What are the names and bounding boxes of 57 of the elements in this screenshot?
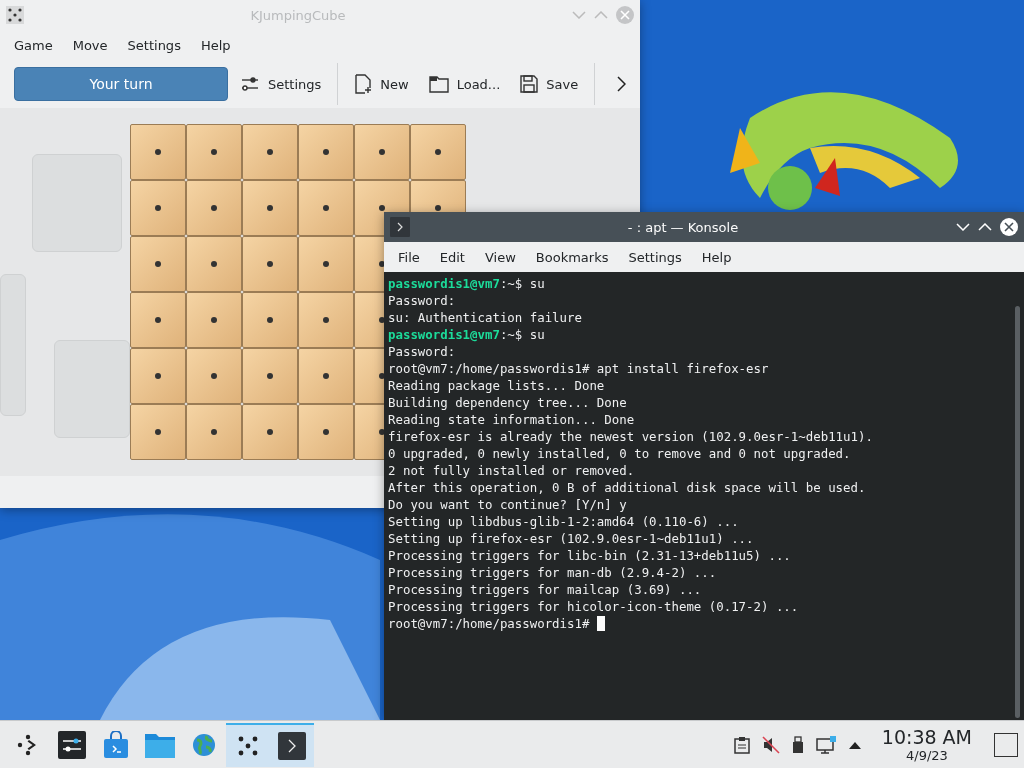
terminal-line: firefox-esr is already the newest version (102.9.0esr-1~deb11u1). <box>388 428 874 445</box>
terminal-line: 0 upgraded, 0 newly installed, 0 to remove and 0 not upgraded. <box>388 445 852 462</box>
terminal-icon[interactable] <box>278 731 306 760</box>
folder-icon[interactable] <box>145 731 175 758</box>
muted-speaker-icon[interactable] <box>761 735 780 754</box>
terminal-line: passwordis1@vm7:~$ su <box>388 326 546 343</box>
terminal-line: Processing triggers for hicolor-icon-theme (0.17-2) ... <box>388 598 800 615</box>
menu-item[interactable]: Settings <box>117 33 191 57</box>
turn-indicator: Your turn <box>14 67 228 101</box>
shopping-bag-icon[interactable] <box>103 730 129 759</box>
menu-item[interactable]: Settings <box>618 245 692 269</box>
network-monitor-icon[interactable] <box>815 735 836 754</box>
toolbar-button[interactable]: Settings <box>232 68 330 100</box>
usb-drive-icon[interactable] <box>791 735 804 754</box>
menu-item[interactable]: Bookmarks <box>525 245 619 269</box>
taskbar-button[interactable] <box>270 722 314 767</box>
menu-item[interactable]: File <box>388 245 430 269</box>
toolbar-button[interactable]: New <box>346 68 417 100</box>
menu-item[interactable]: View <box>474 245 526 269</box>
clipboard-icon[interactable] <box>733 735 750 754</box>
terminal-line: Processing triggers for man-db (2.9.4-2) ... <box>388 564 718 581</box>
terminal-line: Do you want to continue? [Y/n] y <box>388 496 628 513</box>
menu-item[interactable]: Game <box>4 33 63 57</box>
terminal-line: Password: <box>388 292 457 309</box>
window-title: - : apt — Konsole <box>626 219 740 235</box>
terminal-line: Reading package lists... Done <box>388 377 606 394</box>
show-desktop-button[interactable] <box>994 732 1018 757</box>
terminal-line: Building dependency tree... Done <box>388 394 628 411</box>
toolbar-button[interactable]: Save <box>512 69 587 99</box>
globe-icon[interactable] <box>191 731 217 758</box>
terminal-line: su: Authentication failure <box>388 309 583 326</box>
terminal-line: root@vm7:/home/passwordis1# apt install firefox-esr <box>388 360 770 377</box>
chevron-right-icon[interactable] <box>616 76 626 92</box>
new-document-icon <box>354 74 373 94</box>
clock-time[interactable]: 10:38 AM <box>881 726 972 748</box>
terminal-line: Processing triggers for mailcap (3.69) ... <box>388 581 703 598</box>
terminal-icon <box>390 217 410 237</box>
menu-item[interactable]: Help <box>190 33 241 57</box>
menu-item[interactable]: Move <box>62 33 118 57</box>
terminal-line: Setting up libdbus-glib-1-2:amd64 (0.110-6) ... <box>388 513 740 530</box>
folder-icon <box>428 75 449 93</box>
dice-icon <box>6 6 24 24</box>
terminal-line: Setting up firefox-esr (102.9.0esr-1~deb11u1) ... <box>388 530 755 547</box>
terminal-line: passwordis1@vm7:~$ su <box>388 275 546 292</box>
close-icon[interactable] <box>1000 218 1018 236</box>
terminal-line: Reading state information... Done <box>388 411 636 428</box>
menu-item[interactable]: Help <box>691 245 742 269</box>
toolbar-button[interactable]: Load... <box>420 69 509 99</box>
sliders-icon <box>240 74 260 94</box>
terminal-line: Password: <box>388 343 457 360</box>
settings-icon[interactable] <box>58 730 86 759</box>
clock-date[interactable]: 4/9/23 <box>906 748 948 763</box>
terminal-line: 2 not fully installed or removed. <box>388 462 636 479</box>
terminal-line: Processing triggers for libc-bin (2.31-13+deb11u5) ... <box>388 547 792 564</box>
menu-item[interactable]: Edit <box>429 245 475 269</box>
terminal-line: After this operation, 0 B of additional disk space will be used. <box>388 479 867 496</box>
taskbar-button[interactable] <box>226 722 270 767</box>
